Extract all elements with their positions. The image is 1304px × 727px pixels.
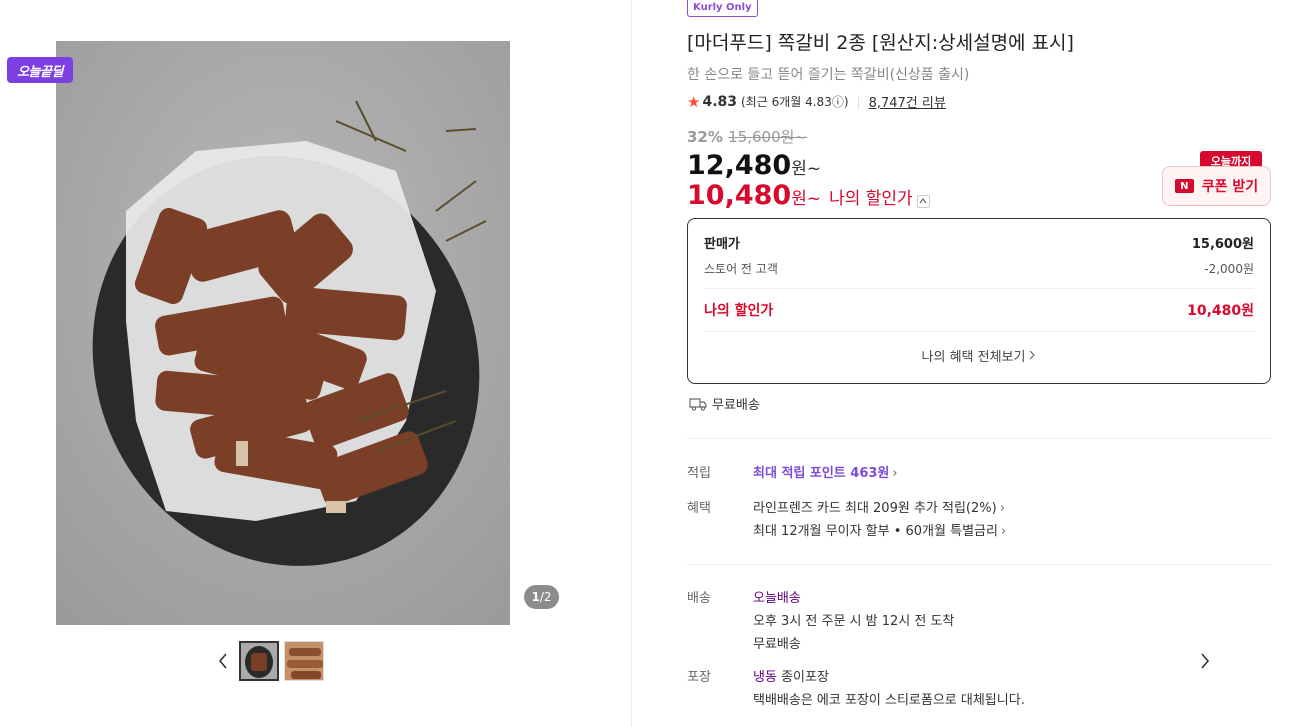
my-price-row[interactable]: 10,480 원~ 나의 할인가: [687, 180, 930, 211]
packing-row: 냉동 종이포장: [753, 666, 829, 685]
benefits-link[interactable]: 나의 혜택 전체보기: [704, 332, 1254, 378]
coupon-label: 쿠폰 받기: [1201, 179, 1259, 195]
product-photo: [56, 41, 510, 625]
original-price: 15,600원~: [728, 128, 807, 146]
points-value-row[interactable]: 최대 적립 포인트 463원 ›: [753, 462, 898, 481]
price-breakdown-box: 판매가 15,600원 스토어 전 고객 -2,000원 나의 할인가 10,4…: [687, 218, 1271, 384]
discount-rate: 32%: [687, 128, 723, 146]
packing-note: 택배배송은 에코 포장이 스티로폼으로 대체됩니다.: [753, 693, 1025, 708]
kurly-only-badge: Kurly Only: [687, 0, 758, 17]
my-price-line-value: 10,480원: [1187, 303, 1254, 319]
thumbnail-2[interactable]: [284, 641, 324, 681]
rating-separator: |: [856, 94, 861, 109]
column-divider: [631, 0, 632, 727]
my-price-line-label: 나의 할인가: [704, 303, 774, 319]
deal-badge: 오늘끝딜: [7, 57, 73, 83]
chevron-left-icon: [218, 653, 227, 669]
chevron-right-icon: ›: [1000, 524, 1007, 539]
store-discount-line: 스토어 전 고객 -2,000원: [704, 254, 1254, 282]
thumbnail-1[interactable]: [239, 641, 279, 681]
naver-n-icon: N: [1174, 179, 1194, 193]
delivery-fee: 무료배송: [753, 637, 801, 652]
store-discount-label: 스토어 전 고객: [704, 261, 778, 276]
delivery-type: 오늘배송: [753, 591, 801, 606]
product-main-image[interactable]: [56, 41, 510, 625]
star-icon: ★: [687, 92, 701, 111]
points-label: 적립: [687, 466, 711, 481]
product-subtitle: 한 손으로 들고 뜯어 즐기는 쪽갈비(신상품 출시): [687, 67, 970, 83]
price-row: 12,480원~: [687, 150, 821, 181]
delivery-label: 배송: [687, 591, 711, 606]
coupon-button[interactable]: N 쿠폰 받기: [1162, 166, 1271, 206]
my-price: 10,480: [687, 180, 792, 211]
chevron-right-icon: ›: [892, 466, 898, 481]
free-shipping-note: 무료배송: [689, 394, 760, 413]
rating-recent: (최근 6개월 4.83ⓘ): [741, 95, 849, 109]
delivery-time: 오후 3시 전 주문 시 밤 12시 전 도착: [753, 614, 955, 629]
benefit-card-row[interactable]: 라인프렌즈 카드 최대 209원 추가 적립(2%) ›: [753, 497, 1005, 516]
thumbnail-image: [241, 643, 277, 679]
prev-image-button[interactable]: [216, 641, 230, 681]
free-shipping-label: 무료배송: [712, 398, 760, 413]
my-price-unit: 원~: [791, 189, 822, 209]
chevron-right-icon: [1201, 653, 1210, 669]
section-divider: [687, 438, 1271, 439]
rating-score: 4.83: [702, 93, 737, 110]
section-divider: [687, 564, 1271, 565]
page-total: /2: [539, 590, 552, 604]
chevron-right-icon: [1030, 350, 1036, 360]
thumbnail-strip: [216, 641, 1210, 681]
points-value: 최대 적립 포인트 463원: [753, 466, 890, 481]
chevron-up-icon[interactable]: [916, 194, 930, 208]
sale-price: 12,480: [687, 150, 792, 181]
image-page-indicator: 1/2: [524, 585, 559, 609]
my-price-label: 나의 할인가: [829, 189, 913, 209]
product-title: [마더푸드] 쪽갈비 2종 [원산지:상세설명에 표시]: [687, 32, 1074, 54]
sale-price-unit: 원~: [791, 159, 822, 179]
benefit-card: 라인프렌즈 카드 최대 209원 추가 적립(2%): [753, 501, 997, 516]
original-price-row: 32% 15,600원~: [687, 126, 807, 147]
chevron-right-icon: ›: [999, 501, 1005, 516]
my-price-line: 나의 할인가 10,480원: [704, 289, 1254, 331]
sale-price-value: 15,600원: [1191, 237, 1254, 252]
benefits-link-label: 나의 혜택 전체보기: [921, 349, 1026, 365]
reviews-link[interactable]: 8,747건 리뷰: [869, 92, 946, 111]
benefit-label: 혜택: [687, 501, 711, 516]
sale-price-label: 판매가: [704, 237, 740, 252]
packing-type: 종이포장: [781, 670, 829, 685]
truck-icon: [689, 397, 707, 411]
packing-label: 포장: [687, 670, 711, 685]
rating-row: ★ 4.83 (최근 6개월 4.83ⓘ) | 8,747건 리뷰: [687, 92, 946, 112]
next-image-button[interactable]: [913, 641, 1304, 681]
packing-frozen: 냉동: [753, 670, 777, 685]
store-discount-value: -2,000원: [1204, 261, 1254, 276]
benefit-installment-row[interactable]: 최대 12개월 무이자 할부 • 60개월 특별금리 ›: [753, 520, 1006, 539]
page-current: 1: [531, 590, 540, 604]
thumbnail-image: [285, 642, 323, 680]
benefit-installment: 최대 12개월 무이자 할부 • 60개월 특별금리: [753, 524, 998, 539]
